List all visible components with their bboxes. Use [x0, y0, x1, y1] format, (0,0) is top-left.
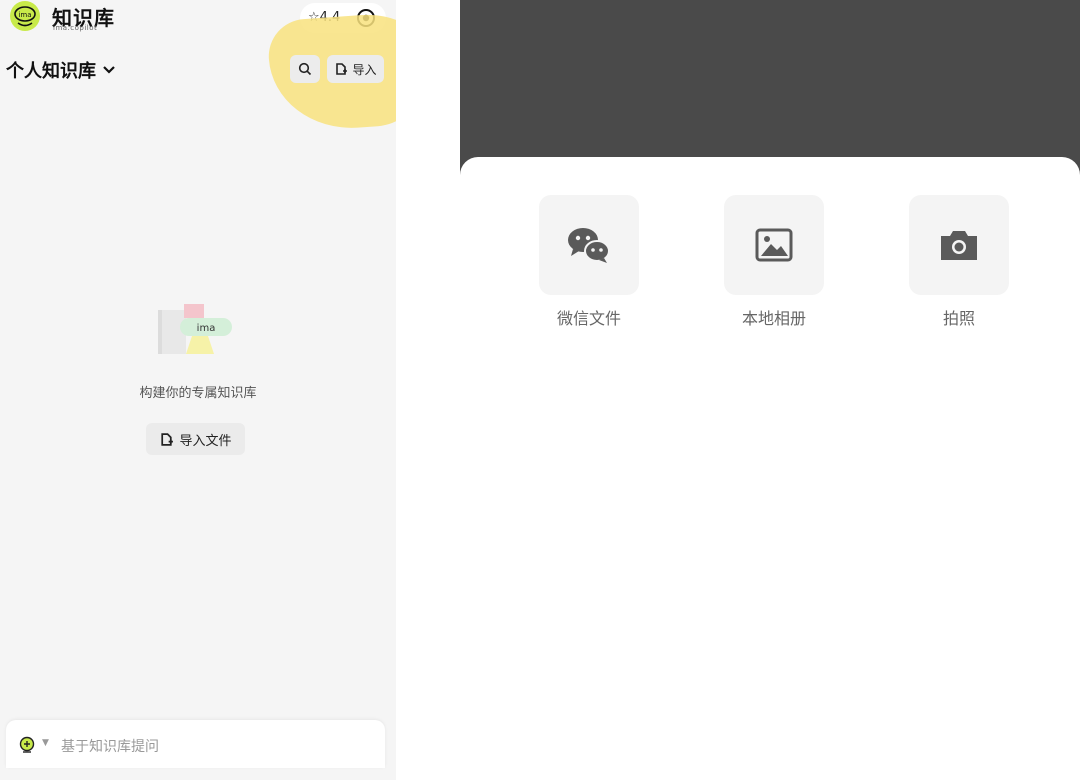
search-icon — [298, 62, 312, 76]
option-label: 拍照 — [942, 309, 975, 328]
import-doc-icon — [161, 432, 174, 446]
import-doc-icon — [336, 63, 348, 75]
camera-icon — [941, 231, 977, 260]
option-wechat-files[interactable]: 微信文件 — [539, 195, 639, 329]
import-button[interactable]: 导入 — [327, 55, 384, 83]
option-tile[interactable] — [724, 195, 824, 295]
empty-state-message: 构建你的专属知识库 — [139, 386, 257, 401]
import-button-label: 导入 — [352, 62, 377, 77]
knowledge-base-selector[interactable]: 个人知识库 — [6, 57, 116, 83]
caret-down-icon[interactable]: ▼ — [42, 738, 49, 748]
empty-state-logo-text: ima — [197, 323, 216, 334]
option-label: 本地相册 — [741, 309, 806, 328]
option-tile[interactable] — [909, 195, 1009, 295]
knowledge-base-panel: ima 知识库 ima.copilot ☆4.4 个人知识库 导入 ima — [0, 0, 396, 780]
image-icon — [755, 228, 793, 262]
svg-text:ima: ima — [18, 11, 31, 19]
ima-logo-icon: ima — [10, 1, 40, 31]
import-options-sheet: 微信文件 本地相册 拍照 — [460, 157, 1080, 780]
option-local-album[interactable]: 本地相册 — [724, 195, 824, 329]
search-button[interactable] — [290, 55, 320, 83]
ask-input-bar[interactable]: ▼ 基于知识库提问 — [6, 720, 385, 768]
option-tile[interactable] — [539, 195, 639, 295]
wechat-icon — [568, 228, 610, 263]
ask-input-placeholder[interactable]: 基于知识库提问 — [61, 736, 159, 756]
option-label: 微信文件 — [556, 309, 621, 328]
ai-model-icon[interactable] — [18, 736, 36, 754]
empty-state-illustration: ima — [158, 304, 232, 354]
app-subtitle: ima.copilot — [53, 24, 98, 32]
import-file-label: 导入文件 — [179, 433, 232, 449]
import-file-button[interactable]: 导入文件 — [146, 423, 245, 455]
option-camera[interactable]: 拍照 — [909, 195, 1009, 329]
knowledge-base-title: 个人知识库 — [6, 61, 96, 82]
chevron-down-icon — [103, 66, 115, 74]
